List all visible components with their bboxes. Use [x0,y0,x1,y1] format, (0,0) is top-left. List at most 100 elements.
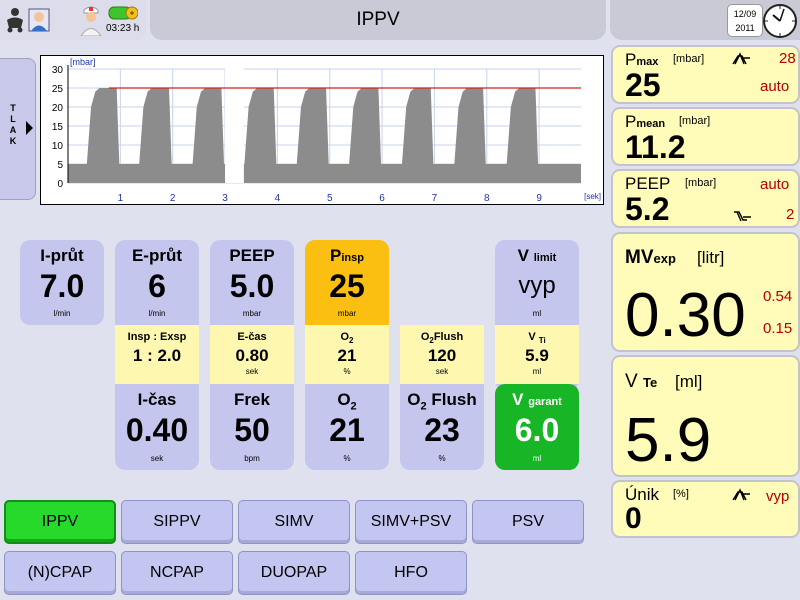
pressure-chart-svg: 0 5 10 15 20 25 30 1 2 3 4 5 6 7 8 9 [mbar] [sek] [52,57,601,204]
vlimit-label: V limit [517,246,557,265]
o2flush-label: O2 Flush [407,390,477,413]
mvexp-unit: [litr] [697,248,725,267]
mode-button-simv-psv[interactable]: SIMV+PSV [355,500,467,544]
vlimit-unit: ml [532,309,542,318]
y-tick-label: 25 [52,84,64,95]
vgarant-value: 6.0 [514,412,560,448]
peep-label: PEEP [229,246,275,265]
o2-mid-label: O2 [340,331,354,346]
param-o2flush[interactable]: O2 Flush 23 % [400,384,484,470]
ecas-value: 0.80 [235,346,269,365]
vte-value: 5.9 [625,406,712,475]
mode-button-hfo[interactable]: HFO [355,551,467,595]
vlimit-value: vyp [518,272,556,299]
iprut-label: I-průt [40,246,84,265]
leak-limit-icon [732,488,750,501]
o2-mid-value: 21 [337,346,357,365]
nurse-icon[interactable] [26,6,52,34]
o2-mid-unit: % [343,367,351,376]
pressure-chart: 0 5 10 15 20 25 30 1 2 3 4 5 6 7 8 9 [mbar] [sek] [40,55,604,205]
panel-peep[interactable]: PEEP [mbar] auto 5.2 2 [611,169,800,228]
o2-label: O2 [337,390,357,413]
param-ecas[interactable]: E-čas 0.80 sek [210,325,294,384]
doctor-icon[interactable] [78,4,104,36]
x-tick-label: 7 [432,193,438,204]
tab-tlak[interactable]: T L A K [0,58,36,200]
vgarant-label: V garant [512,390,562,409]
vti-label: V Ti [528,331,546,346]
ecas-label: E-čas [237,331,267,343]
param-o2[interactable]: O2 21 % [305,384,389,470]
mode-button-ncpap[interactable]: NCPAP [121,551,233,595]
param-vgarant[interactable]: V garant 6.0 ml [495,384,579,470]
o2flush-unit: % [438,454,446,463]
param-frek[interactable]: Frek 50 bpm [210,384,294,470]
o2flush-mid-value: 120 [427,346,457,365]
peep-unit: mbar [242,309,262,318]
panel-mvexp[interactable]: MVexp [litr] 0.30 0.54 0.15 [611,232,800,352]
mode-title: IPPV [150,0,606,40]
pmax-unit: [mbar] [673,53,705,65]
x-tick-label: 9 [536,193,542,204]
param-icas[interactable]: I-čas 0.40 sek [115,384,199,470]
y-tick-label: 30 [52,65,64,76]
vti-unit: ml [532,367,542,376]
param-pinsp[interactable]: Pinsp 25 mbar [305,240,389,325]
eprut-value: 6 [148,268,166,304]
pinsp-unit: mbar [337,309,357,318]
y-tick-label: 15 [52,122,64,133]
param-eprut[interactable]: E-průt 6 l/min [115,240,199,325]
icas-label: I-čas [137,390,177,409]
x-tick-label: 5 [327,193,333,204]
pmean-unit: [mbar] [679,115,711,127]
x-tick-label: 2 [170,193,176,204]
param-peep[interactable]: PEEP 5.0 mbar [210,240,294,325]
mvexp-lower-limit: 0.15 [763,320,793,337]
baby-icon[interactable] [4,6,26,34]
panel-pmax[interactable]: Pmax [mbar] 28 25 auto [611,45,800,104]
x-tick-label: 3 [222,193,228,204]
param-inspexsp[interactable]: Insp : Exsp 1 : 2.0 [115,325,199,384]
arrow-right-icon [26,121,33,135]
param-o2-mid[interactable]: O2 21 % [305,325,389,384]
frek-unit: bpm [244,454,260,463]
tab-tlak-label: T L A K [9,103,17,146]
x-axis-label: [sek] [584,192,601,201]
pmean-value: 11.2 [625,129,686,165]
param-vlimit[interactable]: V limit vyp ml [495,240,579,325]
peep-value: 5.0 [229,268,275,304]
panel-unik[interactable]: Únik [%] vyp 0 [611,480,800,538]
eprut-label: E-průt [131,246,183,265]
x-tick-label: 6 [379,193,385,204]
vte-label: V Te [625,371,658,392]
o2-unit: % [343,454,351,463]
peep-mode: auto [760,176,790,193]
mode-button-ippv[interactable]: IPPV [4,500,116,544]
y-tick-label: 5 [57,160,63,171]
pinsp-label: Pinsp [330,246,364,265]
frek-label: Frek [234,390,270,409]
param-vti[interactable]: V Ti 5.9 ml [495,325,579,384]
mode-button-psv[interactable]: PSV [472,500,584,544]
o2flush-mid-label: O2Flush [420,331,464,346]
clock-time: 03:23 h [106,23,140,34]
o2flush-mid-unit: sek [435,367,449,376]
unik-mode: vyp [766,488,790,505]
panel-vte[interactable]: V Te [ml] 5.9 [611,355,800,477]
mode-button-sippv[interactable]: SIPPV [121,500,233,544]
mode-button-duopap[interactable]: DUOPAP [238,551,350,595]
y-tick-label: 0 [57,179,63,190]
param-iprut[interactable]: I-průt 7.0 l/min [20,240,104,325]
pmax-value: 25 [625,67,661,103]
mode-button-n-cpap[interactable]: (N)CPAP [4,551,116,595]
iprut-unit: l/min [53,309,71,318]
iprut-value: 7.0 [39,268,85,304]
date-day-month: 12/09 [733,9,757,19]
mvexp-label: MVexp [625,247,676,268]
x-tick-label: 8 [484,193,490,204]
peep-measured-value: 5.2 [625,191,670,227]
param-o2flush-mid[interactable]: O2Flush 120 sek [400,325,484,384]
panel-pmean[interactable]: Pmean [mbar] 11.2 [611,107,800,166]
pmax-mode: auto [760,78,790,95]
mode-button-simv[interactable]: SIMV [238,500,350,544]
